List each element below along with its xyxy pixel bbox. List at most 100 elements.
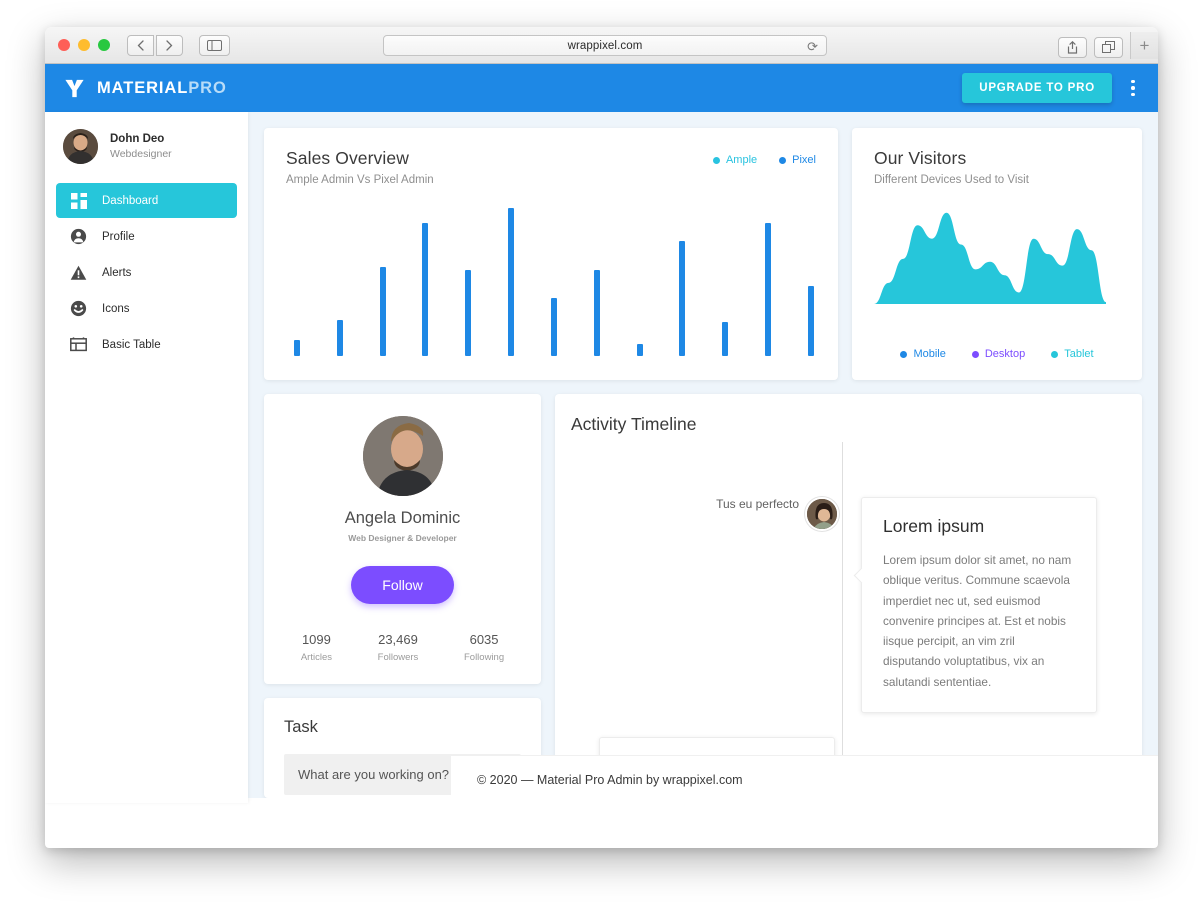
chart-bar [465,270,472,356]
stat-value: 23,469 [378,632,418,647]
forward-button[interactable] [156,34,183,56]
tabs-icon [1102,41,1115,53]
person-circle-icon [70,228,87,245]
upgrade-to-pro-button[interactable]: UPGRADE TO PRO [962,73,1112,103]
sales-bar-chart [294,206,814,356]
legend-item-ample[interactable]: Ample [712,154,758,166]
vertical-dots-icon [1131,86,1135,90]
chart-bar [722,321,729,356]
app-logo[interactable]: MATERIALPRO [63,77,247,100]
stat-label: Followers [377,652,419,663]
share-icon [1067,40,1078,54]
app-header: MATERIALPRO UPGRADE TO PRO [45,64,1158,112]
stat-following: 6035 Following [464,632,504,663]
chart-bar [508,208,515,356]
profile-avatar [362,416,443,496]
chevron-right-icon [166,39,173,51]
stat-value: 6035 [469,632,499,647]
sidebar-item-label: Icons [102,302,130,315]
chart-bar [294,339,300,356]
sidebar-item-label: Dashboard [102,194,159,207]
profile-role: Web Designer & Developer [348,533,457,543]
sidebar-item-basic-table[interactable]: Basic Table [56,327,237,362]
profile-stats: 1099 Articles 23,469 Followers 6035 Foll… [264,632,541,663]
stat-label: Following [463,652,505,663]
our-visitors-title: Our Visitors [874,148,967,168]
close-window-button[interactable] [58,39,70,51]
vertical-dots-icon [1131,92,1135,97]
sidebar-item-profile[interactable]: Profile [56,219,237,254]
legend-dot-icon [900,350,908,358]
sidebar-user-block[interactable]: Dohn Deo Webdesigner [45,125,248,176]
profile-avatar-image [362,416,443,496]
dashboard-row-charts: Sales Overview Ample Admin Vs Pixel Admi… [264,128,1142,380]
sales-overview-legend: Ample Pixel [712,154,816,166]
sidebar-item-alerts[interactable]: Alerts [56,255,237,290]
url-text: wrappixel.com [567,39,643,52]
stat-followers: 23,469 Followers [378,632,419,663]
legend-item-tablet[interactable]: Tablet [1051,348,1094,360]
sidebar-user-role: Webdesigner [110,148,172,161]
show-tabs-button[interactable] [1094,36,1123,58]
chart-bar [765,222,772,356]
follow-button[interactable]: Follow [351,566,454,604]
legend-label: Tablet [1064,348,1094,360]
browser-navigation [127,34,183,56]
dashboard-row-profile-timeline: Angela Dominic Web Designer & Developer … [264,394,1142,798]
stat-articles: 1099 Articles [301,632,332,663]
timeline-heading: Lorem ipsum [883,516,985,536]
chart-bar [422,222,429,356]
timeline-avatar[interactable] [805,497,839,531]
avatar [63,129,98,164]
minimize-window-button[interactable] [78,39,90,51]
address-bar[interactable]: wrappixel.com ⟳ [383,35,827,56]
timeline-bubble: Lorem ipsum Lorem ipsum dolor sit amet, … [853,497,1097,713]
timeline-avatar-image [807,499,837,529]
app-logo-text: MATERIALPRO [97,79,227,98]
sidebar-toggle-icon [207,39,222,51]
warning-triangle-icon [70,264,87,281]
new-tab-button[interactable]: + [1130,32,1158,59]
legend-dot-icon [779,156,787,164]
sidebar-toggle-button[interactable] [199,34,230,56]
vertical-dots-icon [1131,79,1135,84]
chart-bar [593,270,600,356]
logo-primary-text: MATERIAL [97,78,189,97]
browser-window: wrappixel.com ⟳ + MATERIALPRO UPGRADE TO… [45,27,1158,848]
back-button[interactable] [127,34,154,56]
stat-label: Articles [300,652,332,663]
timeline-body: Lorem ipsum dolor sit amet, no nam obliq… [883,553,1072,689]
share-button[interactable] [1058,36,1087,58]
legend-item-desktop[interactable]: Desktop [971,348,1025,360]
window-controls [58,39,110,51]
legend-dot-icon [712,156,720,164]
sidebar-item-label: Profile [102,230,135,243]
materialpro-logo-icon [65,79,84,97]
sidebar-nav: Dashboard Profile Alerts Icons Basic Tab… [45,183,248,362]
our-visitors-legend: Mobile Desktop Tablet [852,348,1142,360]
sidebar: Dohn Deo Webdesigner Dashboard Profile A… [45,112,248,803]
reload-icon[interactable]: ⟳ [807,39,818,55]
legend-label: Ample [725,154,758,166]
header-menu-button[interactable] [1118,70,1148,106]
sidebar-item-icons[interactable]: Icons [56,291,237,326]
timeline-side-text: Tus eu perfecto [716,497,799,511]
user-avatar-image [63,129,98,164]
legend-label: Pixel [792,154,816,166]
maximize-window-button[interactable] [98,39,110,51]
browser-toolbar-right: + [1058,32,1158,59]
profile-name: Angela Dominic [344,509,461,527]
chart-bar [636,344,643,356]
chart-bar [379,267,386,356]
timeline-item: Tus eu perfecto Lorem ipsum Lorem ipsum … [571,497,1142,713]
bubble-arrow-icon [853,567,869,584]
our-visitors-subtitle: Different Devices Used to Visit [874,174,1029,186]
footer: © 2020 — Material Pro Admin by wrappixel… [451,755,1158,803]
legend-item-mobile[interactable]: Mobile [900,348,946,360]
sidebar-item-dashboard[interactable]: Dashboard [56,183,237,218]
legend-item-pixel[interactable]: Pixel [779,154,816,166]
legend-label: Mobile [913,348,946,360]
visitors-area-chart [874,212,1106,304]
our-visitors-card: Our Visitors Different Devices Used to V… [852,128,1142,380]
logo-secondary-text: PRO [188,78,227,97]
